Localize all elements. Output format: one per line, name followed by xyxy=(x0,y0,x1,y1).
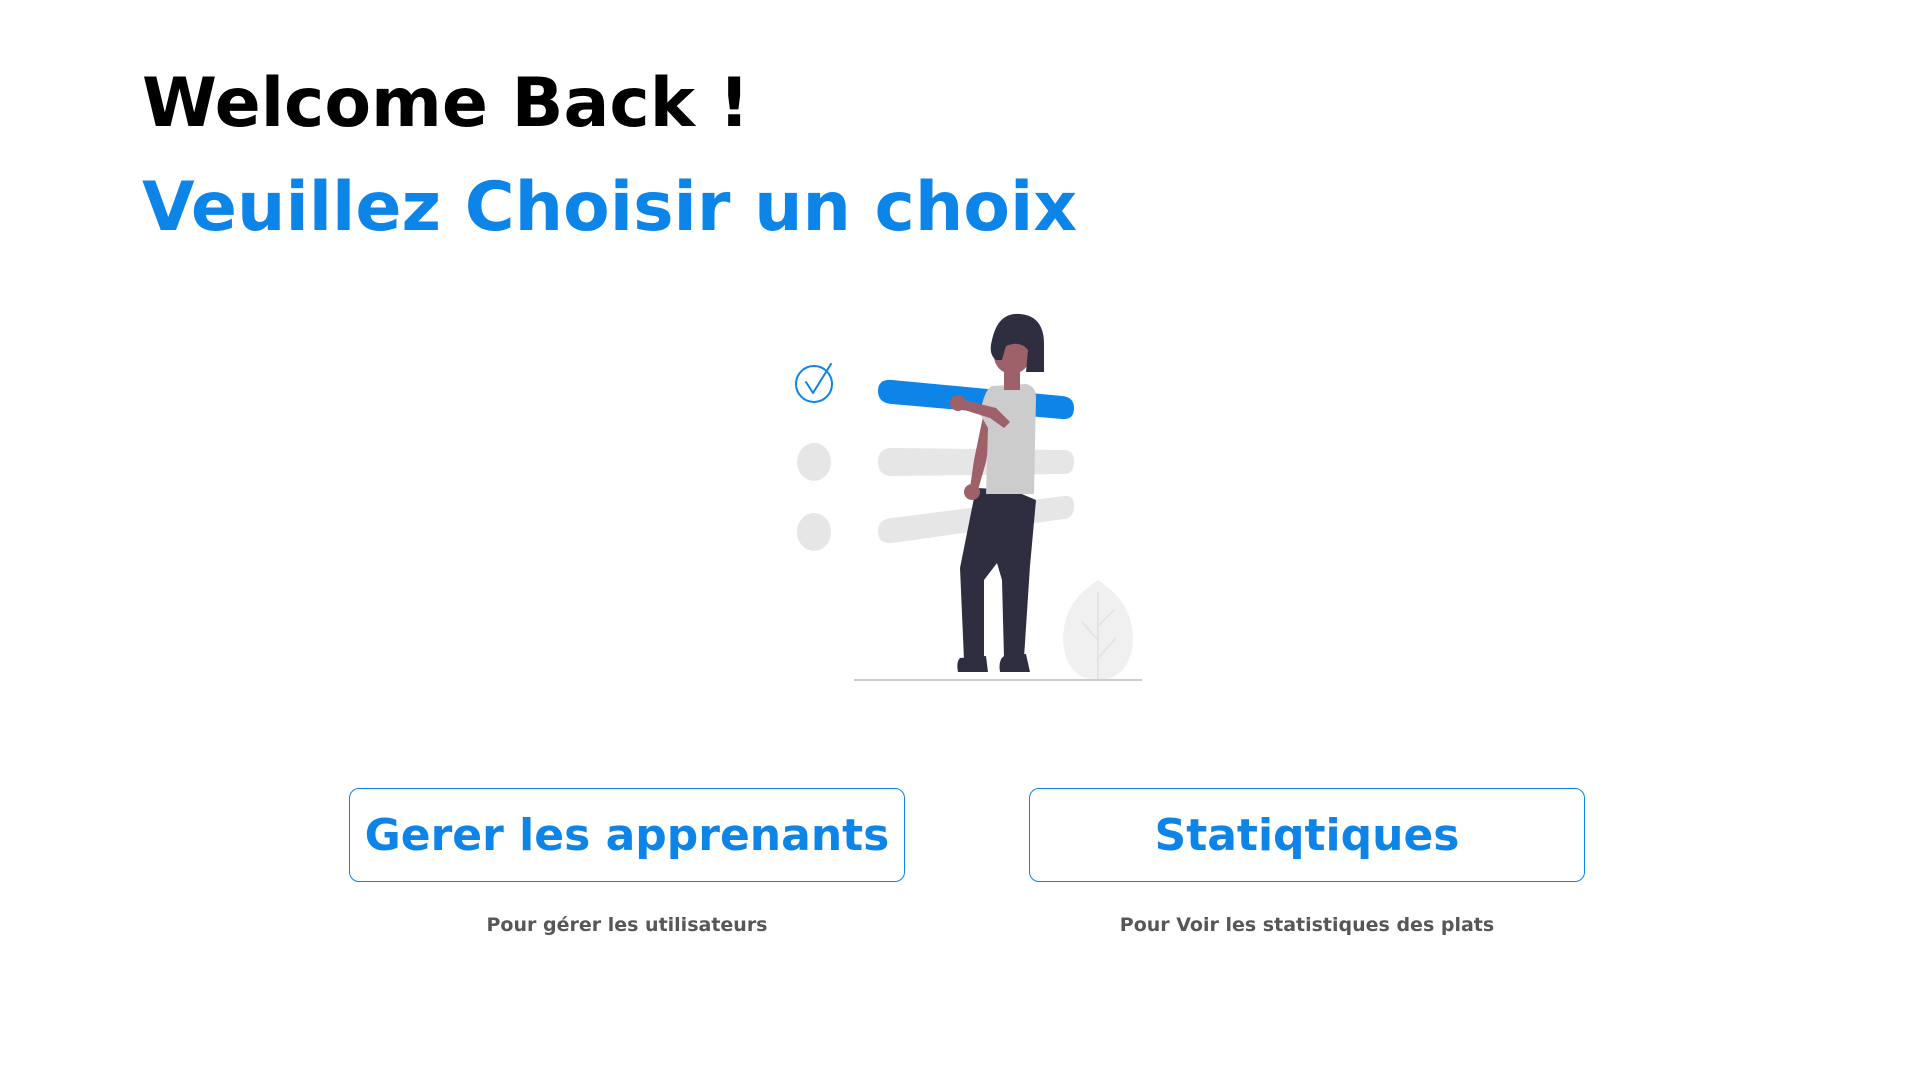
plant-icon xyxy=(1063,580,1133,680)
bullet-dot xyxy=(797,443,831,481)
page: Welcome Back ! Veuillez Choisir un choix xyxy=(0,0,1920,1080)
woman-figure xyxy=(950,313,1044,672)
statistics-description: Pour Voir les statistiques des plats xyxy=(1119,914,1495,936)
choice-statistics: Statiqtiques Pour Voir les statistiques … xyxy=(1029,788,1585,936)
choice-manage-learners: Gerer les apprenants Pour gérer les util… xyxy=(349,788,905,936)
checkmark-circle-icon xyxy=(795,363,833,403)
bullet-dot xyxy=(797,513,831,551)
welcome-title: Welcome Back ! xyxy=(142,64,750,143)
manage-learners-description: Pour gérer les utilisateurs xyxy=(486,914,768,936)
statistics-button[interactable]: Statiqtiques xyxy=(1029,788,1585,882)
choose-subtitle: Veuillez Choisir un choix xyxy=(142,168,1078,247)
manage-learners-button[interactable]: Gerer les apprenants xyxy=(349,788,905,882)
woman-checklist-illustration xyxy=(795,313,1142,681)
